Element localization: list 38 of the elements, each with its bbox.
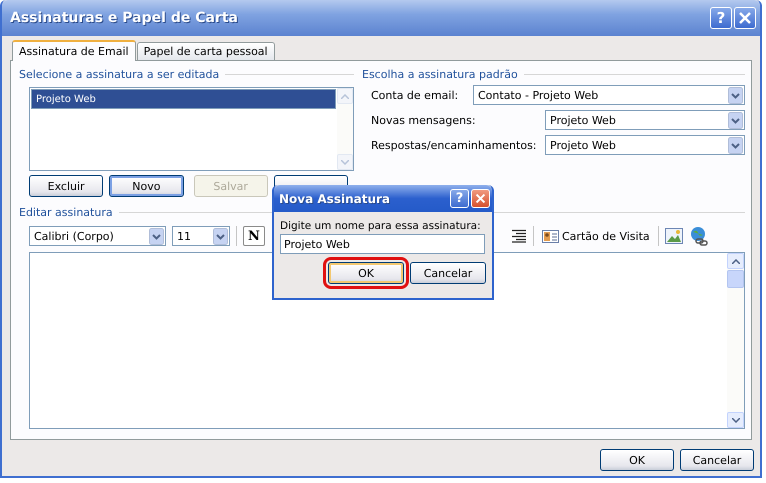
field-label: Conta de email: xyxy=(371,88,460,102)
signature-list[interactable]: Projeto Web xyxy=(29,87,354,171)
close-button[interactable] xyxy=(471,189,490,208)
dropdown[interactable]: Projeto Web xyxy=(545,135,745,155)
tab[interactable]: Papel de carta pessoal xyxy=(136,42,275,60)
dropdown[interactable]: Projeto Web xyxy=(545,110,745,130)
group-label: Editar assinatura xyxy=(19,206,113,218)
name-input[interactable]: Projeto Web xyxy=(280,234,485,254)
group-label: Escolha a assinatura padrão xyxy=(362,68,518,80)
dialog-button[interactable]: Cancelar xyxy=(680,449,754,471)
scrollbar[interactable] xyxy=(727,253,744,428)
list-item[interactable]: Projeto Web xyxy=(31,89,336,109)
business-card-button[interactable]: Cartão de Visita xyxy=(540,230,652,242)
hyperlink-icon[interactable] xyxy=(688,226,709,246)
group-label: Selecione a assinatura a ser editada xyxy=(19,68,220,80)
size-dropdown[interactable]: 11 xyxy=(172,226,230,246)
action-button[interactable]: Excluir xyxy=(29,175,104,197)
action-button[interactable]: Novo xyxy=(109,175,184,197)
dialog-button[interactable]: OK xyxy=(600,449,674,471)
bold-button[interactable]: N xyxy=(243,226,265,246)
close-icon xyxy=(475,193,486,204)
close-button[interactable] xyxy=(734,7,756,29)
prompt-label: Digite um nome para essa assinatura: xyxy=(280,220,482,232)
dropdown[interactable]: Contato - Projeto Web xyxy=(473,85,745,105)
signature-editor[interactable] xyxy=(29,252,745,429)
field-label: Novas mensagens: xyxy=(371,114,477,126)
image-icon[interactable] xyxy=(664,228,683,244)
scrollbar[interactable] xyxy=(337,88,353,170)
align-right-icon[interactable] xyxy=(511,229,527,243)
dialog-title: Nova Assinatura xyxy=(279,192,390,206)
window-title: Assinaturas e Papel de Carta xyxy=(10,10,238,26)
field-label: Respostas/encaminhamentos: xyxy=(371,138,538,152)
card-icon xyxy=(542,230,559,242)
dialog-button[interactable]: Cancelar xyxy=(410,262,486,284)
scrollbar-thumb[interactable] xyxy=(727,270,744,288)
tab[interactable]: Assinatura de Email xyxy=(12,40,136,61)
close-icon xyxy=(738,11,752,25)
font-dropdown[interactable]: Calibri (Corpo) xyxy=(29,226,166,246)
